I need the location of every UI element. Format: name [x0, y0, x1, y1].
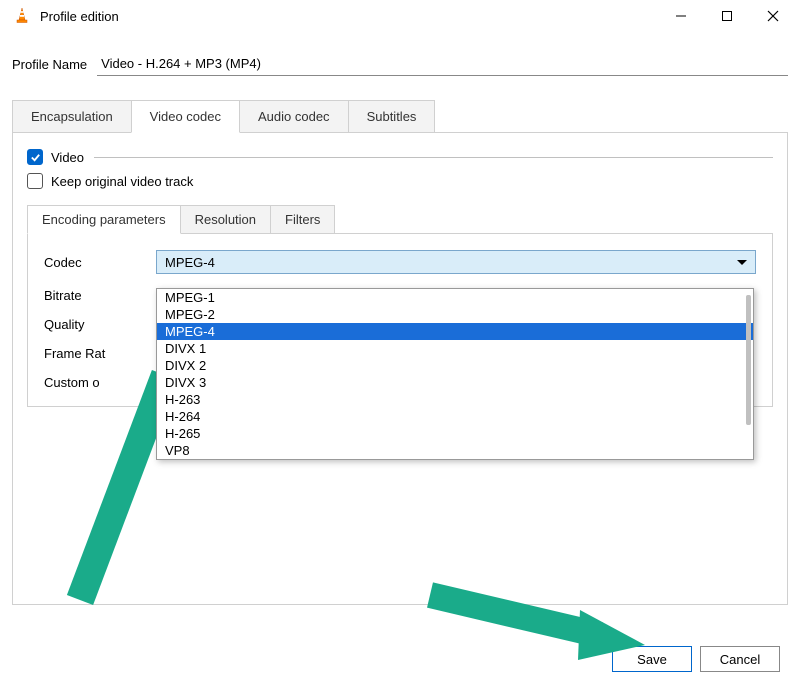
subtab-label: Encoding parameters	[42, 212, 166, 227]
video-checkbox-label: Video	[51, 150, 84, 165]
tab-label: Subtitles	[367, 109, 417, 124]
profile-name-label: Profile Name	[12, 57, 87, 72]
main-tabs: Encapsulation Video codec Audio codec Su…	[12, 100, 788, 133]
codec-option[interactable]: DIVX 1	[157, 340, 753, 357]
subtabs: Encoding parameters Resolution Filters	[27, 205, 773, 234]
video-checkbox-row: Video	[27, 149, 773, 165]
codec-option[interactable]: H-264	[157, 408, 753, 425]
cancel-button[interactable]: Cancel	[700, 646, 780, 672]
tab-label: Video codec	[150, 109, 221, 124]
codec-option[interactable]: DIVX 2	[157, 357, 753, 374]
codec-option-selected[interactable]: MPEG-4	[157, 323, 753, 340]
profile-name-row: Profile Name	[12, 52, 788, 76]
codec-option[interactable]: DIVX 3	[157, 374, 753, 391]
window-title: Profile edition	[40, 9, 119, 24]
custom-options-label: Custom o	[44, 375, 156, 390]
codec-option[interactable]: H-265	[157, 425, 753, 442]
codec-option[interactable]: MPEG-2	[157, 306, 753, 323]
video-checkbox[interactable]	[27, 149, 43, 165]
profile-edition-window: Profile edition Profile Name Encapsulati…	[0, 0, 800, 688]
minimize-button[interactable]	[658, 0, 704, 32]
tab-audio-codec[interactable]: Audio codec	[239, 100, 349, 132]
subtab-resolution[interactable]: Resolution	[180, 205, 271, 233]
bitrate-label: Bitrate	[44, 288, 156, 303]
tab-subtitles[interactable]: Subtitles	[348, 100, 436, 132]
tab-encapsulation[interactable]: Encapsulation	[12, 100, 132, 132]
subtab-label: Resolution	[195, 212, 256, 227]
save-button[interactable]: Save	[612, 646, 692, 672]
dialog-buttons: Save Cancel	[612, 646, 780, 672]
divider	[94, 157, 773, 158]
keep-original-checkbox[interactable]	[27, 173, 43, 189]
codec-option[interactable]: VP8	[157, 442, 753, 459]
quality-label: Quality	[44, 317, 156, 332]
subtab-label: Filters	[285, 212, 320, 227]
codec-dropdown[interactable]: MPEG-1 MPEG-2 MPEG-4 DIVX 1 DIVX 2 DIVX …	[156, 288, 754, 460]
codec-selected-value: MPEG-4	[165, 255, 747, 270]
keep-original-label: Keep original video track	[51, 174, 193, 189]
close-button[interactable]	[750, 0, 796, 32]
maximize-button[interactable]	[704, 0, 750, 32]
chevron-down-icon	[737, 253, 747, 271]
titlebar: Profile edition	[0, 0, 800, 32]
subtab-encoding-parameters[interactable]: Encoding parameters	[27, 205, 181, 234]
framerate-label: Frame Rat	[44, 346, 156, 361]
tab-label: Encapsulation	[31, 109, 113, 124]
button-label: Cancel	[720, 652, 760, 667]
keep-original-row: Keep original video track	[27, 173, 773, 189]
codec-row: Codec MPEG-4	[44, 250, 756, 274]
button-label: Save	[637, 652, 667, 667]
dropdown-scrollbar[interactable]	[746, 295, 751, 425]
tab-label: Audio codec	[258, 109, 330, 124]
codec-option[interactable]: H-263	[157, 391, 753, 408]
vlc-cone-icon	[12, 6, 32, 26]
profile-name-input[interactable]	[97, 52, 788, 76]
codec-option[interactable]: MPEG-1	[157, 289, 753, 306]
subtab-filters[interactable]: Filters	[270, 205, 335, 233]
codec-select[interactable]: MPEG-4	[156, 250, 756, 274]
codec-label: Codec	[44, 255, 156, 270]
tab-video-codec[interactable]: Video codec	[131, 100, 240, 133]
